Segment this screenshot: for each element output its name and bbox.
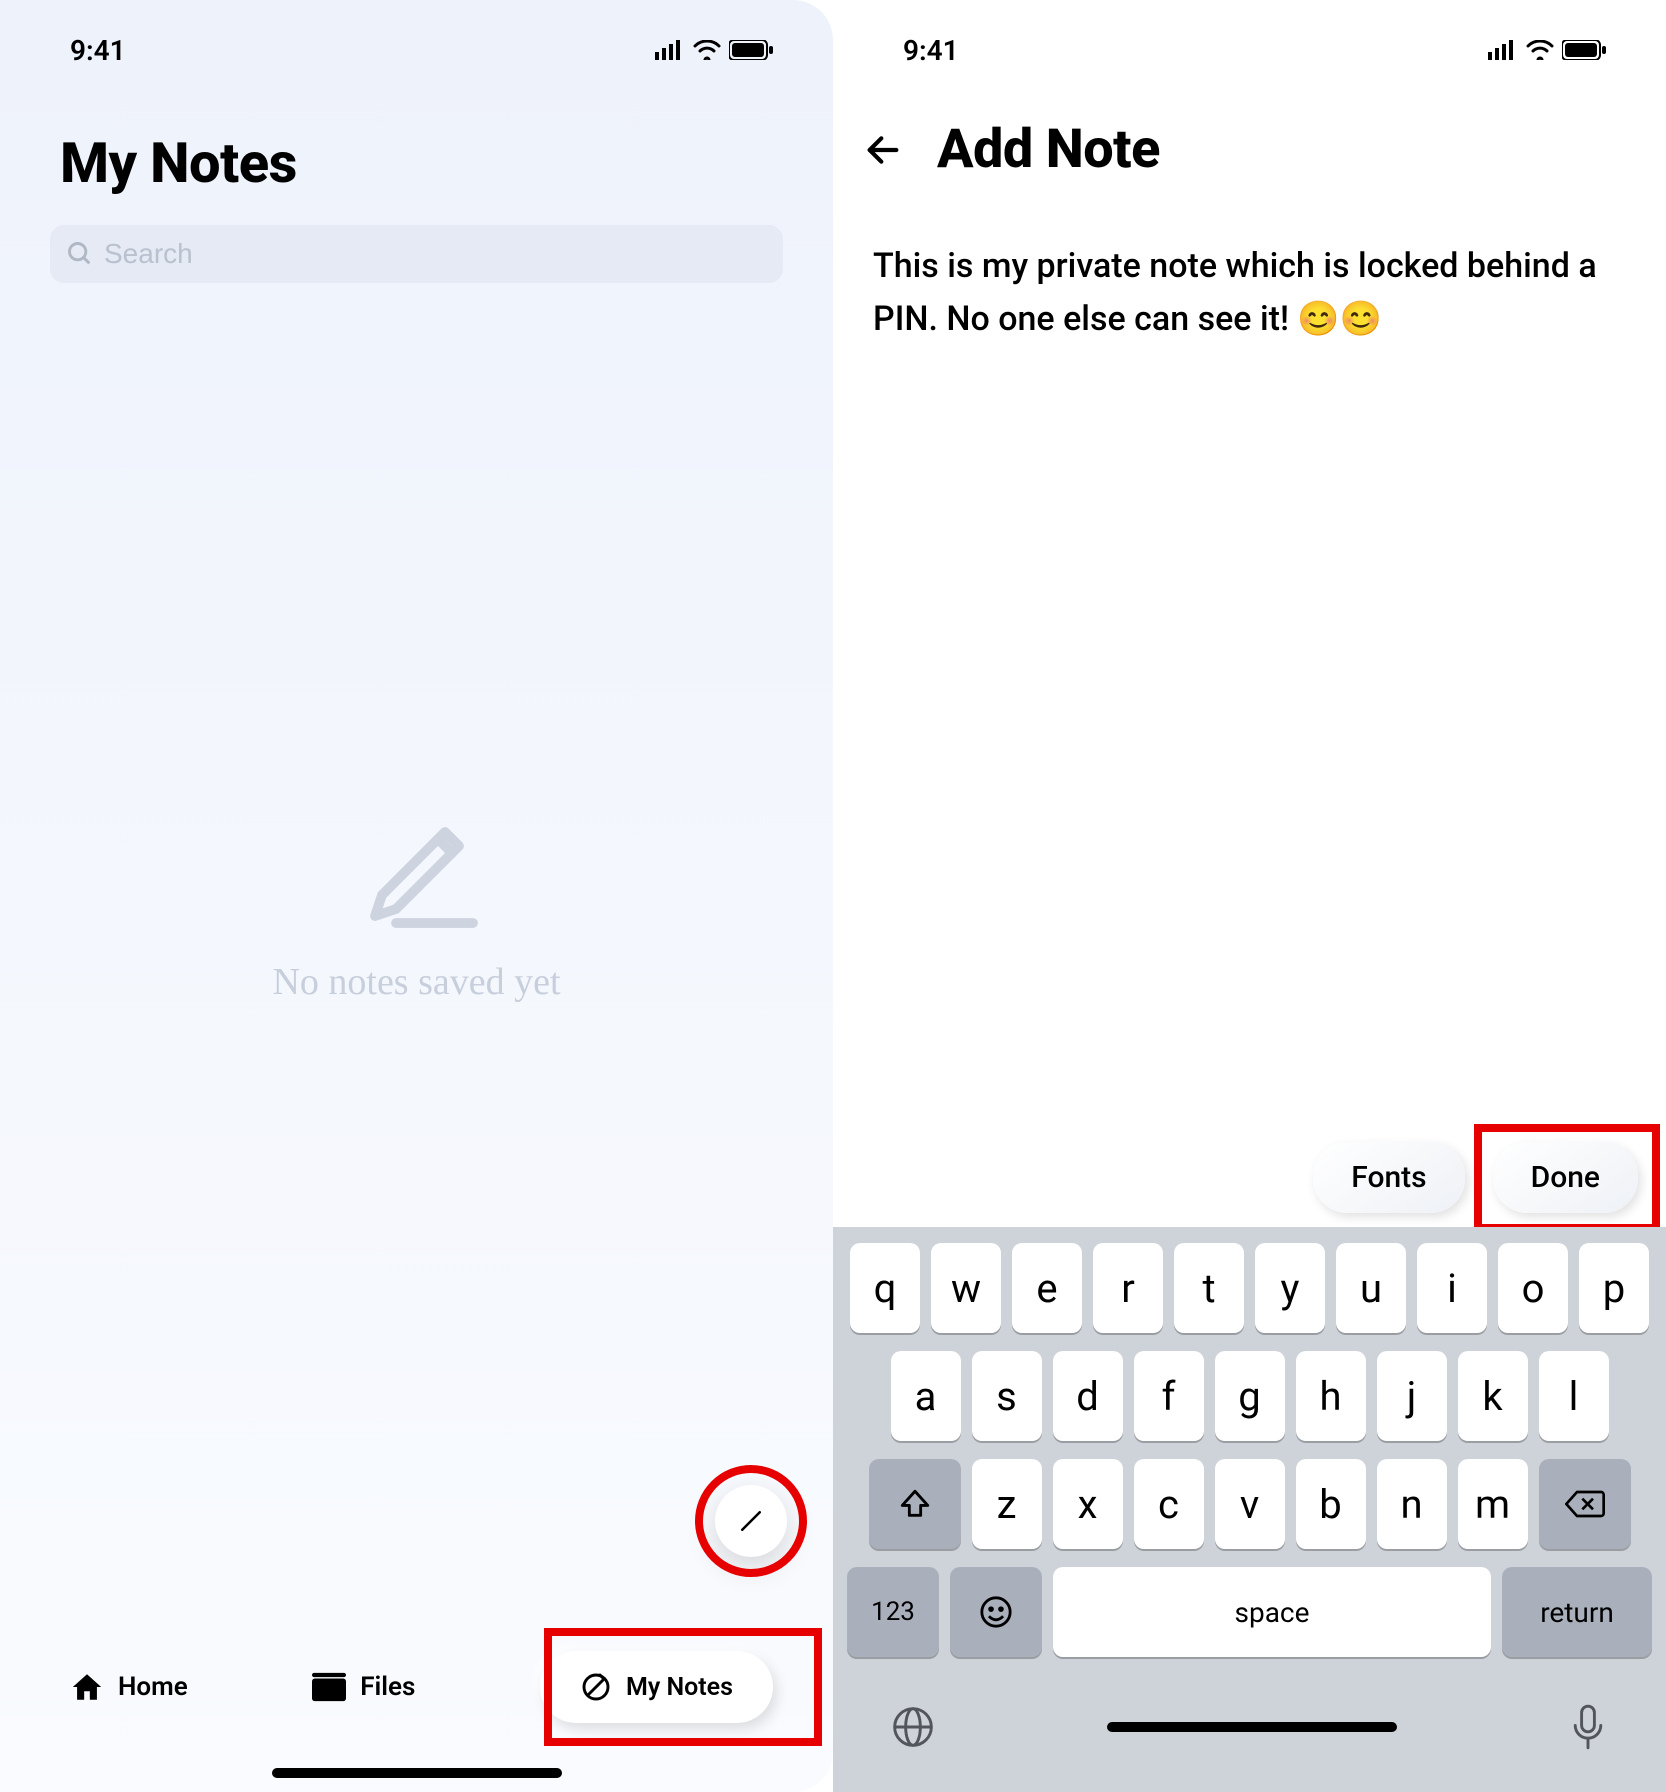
wifi-icon	[693, 40, 721, 60]
search-icon	[66, 240, 94, 268]
key-g[interactable]: g	[1215, 1351, 1285, 1441]
key-i[interactable]: i	[1417, 1243, 1487, 1333]
key-o[interactable]: o	[1498, 1243, 1568, 1333]
key-h[interactable]: h	[1296, 1351, 1366, 1441]
backspace-key[interactable]	[1539, 1459, 1631, 1549]
empty-state: No notes saved yet	[0, 790, 833, 1004]
key-f[interactable]: f	[1134, 1351, 1204, 1441]
globe-icon[interactable]	[891, 1705, 935, 1749]
status-time: 9:41	[70, 34, 126, 67]
compose-button[interactable]	[715, 1485, 787, 1557]
space-key[interactable]: space	[1053, 1567, 1491, 1657]
keyboard-row-4: 123 space return	[843, 1567, 1656, 1657]
tab-files-label: Files	[360, 1672, 415, 1702]
keyboard-row-1: qwertyuiop	[843, 1243, 1656, 1333]
key-v[interactable]: v	[1215, 1459, 1285, 1549]
status-bar: 9:41	[0, 30, 833, 70]
tab-mynotes[interactable]: My Notes	[540, 1651, 773, 1723]
tab-bar: Home Files My Notes	[0, 1622, 833, 1752]
keyboard-row-2: asdfghjkl	[843, 1351, 1656, 1441]
home-indicator[interactable]	[272, 1768, 562, 1778]
key-t[interactable]: t	[1174, 1243, 1244, 1333]
key-c[interactable]: c	[1134, 1459, 1204, 1549]
addnote-header: Add Note	[863, 118, 1636, 181]
key-y[interactable]: y	[1255, 1243, 1325, 1333]
keyboard: qwertyuiop asdfghjkl zxcvbnm 123 space r…	[833, 1227, 1666, 1792]
key-j[interactable]: j	[1377, 1351, 1447, 1441]
key-w[interactable]: w	[931, 1243, 1001, 1333]
wifi-icon	[1526, 40, 1554, 60]
key-n[interactable]: n	[1377, 1459, 1447, 1549]
key-q[interactable]: q	[850, 1243, 920, 1333]
status-indicators	[655, 40, 773, 60]
shift-icon	[898, 1487, 932, 1521]
key-x[interactable]: x	[1053, 1459, 1123, 1549]
key-r[interactable]: r	[1093, 1243, 1163, 1333]
keyboard-toolbar: Fonts Done	[833, 1127, 1666, 1227]
back-icon[interactable]	[863, 130, 903, 170]
keyboard-row-bottom	[843, 1675, 1656, 1792]
keyboard-row-3: zxcvbnm	[843, 1459, 1656, 1549]
addnote-title: Add Note	[937, 118, 1160, 181]
battery-icon	[729, 40, 773, 60]
status-time: 9:41	[903, 34, 959, 67]
numbers-key[interactable]: 123	[847, 1567, 939, 1657]
emoji-key[interactable]	[950, 1567, 1042, 1657]
cellular-icon	[1488, 40, 1518, 60]
key-d[interactable]: d	[1053, 1351, 1123, 1441]
screen-mynotes: 9:41 My Notes No notes saved yet Home Fi…	[0, 0, 833, 1792]
status-indicators	[1488, 40, 1606, 60]
key-s[interactable]: s	[972, 1351, 1042, 1441]
key-z[interactable]: z	[972, 1459, 1042, 1549]
cellular-icon	[655, 40, 685, 60]
status-bar: 9:41	[833, 30, 1666, 70]
key-e[interactable]: e	[1012, 1243, 1082, 1333]
key-k[interactable]: k	[1458, 1351, 1528, 1441]
key-a[interactable]: a	[891, 1351, 961, 1441]
done-button[interactable]: Done	[1493, 1142, 1638, 1213]
page-title: My Notes	[60, 130, 297, 196]
search-input[interactable]	[104, 238, 767, 270]
battery-icon	[1562, 40, 1606, 60]
return-key[interactable]: return	[1502, 1567, 1652, 1657]
pencil-icon	[347, 790, 487, 930]
emoji-icon	[979, 1595, 1013, 1629]
home-icon	[70, 1670, 104, 1704]
edit-icon	[736, 1506, 766, 1536]
screen-addnote: 9:41 Add Note This is my private note wh…	[833, 0, 1666, 1792]
notes-icon	[580, 1671, 612, 1703]
key-l[interactable]: l	[1539, 1351, 1609, 1441]
key-p[interactable]: p	[1579, 1243, 1649, 1333]
key-u[interactable]: u	[1336, 1243, 1406, 1333]
home-indicator[interactable]	[1107, 1722, 1397, 1732]
key-m[interactable]: m	[1458, 1459, 1528, 1549]
tab-home[interactable]: Home	[70, 1670, 188, 1704]
search-field[interactable]	[50, 225, 783, 283]
tab-home-label: Home	[118, 1672, 188, 1702]
note-textarea[interactable]: This is my private note which is locked …	[873, 240, 1626, 345]
mic-icon[interactable]	[1568, 1703, 1608, 1751]
backspace-icon	[1565, 1489, 1605, 1519]
tab-mynotes-label: My Notes	[626, 1673, 733, 1702]
empty-text: No notes saved yet	[272, 960, 560, 1004]
tab-files[interactable]: Files	[312, 1672, 415, 1702]
folder-icon	[312, 1672, 346, 1702]
shift-key[interactable]	[869, 1459, 961, 1549]
fonts-button[interactable]: Fonts	[1313, 1142, 1464, 1213]
key-b[interactable]: b	[1296, 1459, 1366, 1549]
